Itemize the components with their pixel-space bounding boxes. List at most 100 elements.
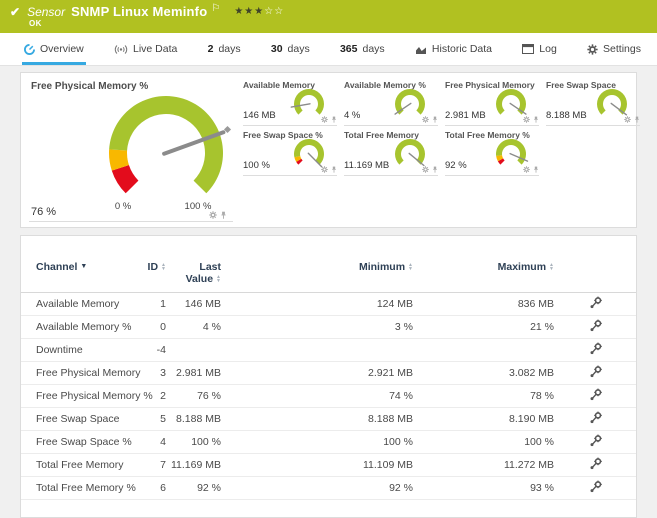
tab-settings[interactable]: Settings <box>585 33 643 65</box>
divider <box>29 221 233 222</box>
channel-settings-icon[interactable] <box>589 296 602 309</box>
gauge-value: 76 % <box>31 206 57 218</box>
tab-30-days[interactable]: 30 days <box>269 33 312 65</box>
cell-id: 3 <box>160 367 166 379</box>
cell-actions <box>554 434 636 450</box>
cell-minimum: 74 % <box>389 390 413 402</box>
cell-maximum: 3.082 MB <box>509 367 554 379</box>
tab-label: Live Data <box>133 43 178 55</box>
gauge-gear-icon[interactable] <box>523 166 530 173</box>
cell-maximum: 11.272 MB <box>503 459 554 471</box>
gauge-value: 11.169 MB <box>344 160 390 171</box>
column-header-maximum[interactable]: Maximum ▲ ▼ <box>413 261 554 273</box>
tab-range-number: 30 <box>270 43 283 55</box>
priority-flag-icon[interactable]: ⚐ <box>211 3 220 14</box>
gauge-free-physical-memory[interactable]: Free Physical Memory 2.981 MB <box>445 79 539 126</box>
cell-id: 5 <box>160 413 166 425</box>
gauge-available-memory[interactable]: Available Memory 146 MB <box>243 79 337 126</box>
priority-stars[interactable]: ★★★☆☆ <box>234 6 284 17</box>
cell-channel: Free Swap Space <box>36 413 120 425</box>
star-empty-icon[interactable]: ☆ <box>264 6 274 17</box>
tab-log[interactable]: Log <box>520 33 559 65</box>
channel-settings-icon[interactable] <box>589 365 602 378</box>
gauge-gear-icon[interactable] <box>523 116 530 123</box>
cell-last-value: 92 % <box>197 482 221 494</box>
cell-last-value: 8.188 MB <box>176 413 221 425</box>
star-empty-icon[interactable]: ☆ <box>274 6 284 17</box>
gauge-pin-icon[interactable] <box>331 116 337 123</box>
channel-settings-icon[interactable] <box>589 457 602 470</box>
gauge-value: 8.188 MB <box>546 110 587 121</box>
tab-label: Historic Data <box>431 43 493 55</box>
gauge-free-swap-space[interactable]: Free Swap Space 8.188 MB <box>546 79 640 126</box>
gauge-pin-icon[interactable] <box>634 116 640 123</box>
gauge-total-free-memory[interactable]: Total Free Memory 11.169 MB <box>344 129 438 176</box>
star-filled-icon[interactable]: ★ <box>254 6 264 17</box>
cell-id: 2 <box>160 390 166 402</box>
gauge-value: 2.981 MB <box>445 110 486 121</box>
column-header-minimum[interactable]: Minimum ▲ ▼ <box>221 261 413 273</box>
cell-last-value: 4 % <box>202 321 221 333</box>
gauge-gear-icon[interactable] <box>422 116 429 123</box>
cell-channel: Downtime <box>36 344 83 356</box>
page-title: SNMP Linux Meminfo <box>71 4 208 19</box>
channel-settings-icon[interactable] <box>589 388 602 401</box>
table-row-downtime: Downtime -4 <box>21 339 636 362</box>
cell-id: 4 <box>160 436 166 448</box>
gauge-gear-icon[interactable] <box>209 211 217 219</box>
tab-2-days[interactable]: 2 days <box>206 33 243 65</box>
gauge-available-memory-pct[interactable]: Available Memory % 4 % <box>344 79 438 126</box>
big-gauge-block[interactable]: Free Physical Memory % 0 % 100 % 76 % <box>21 73 243 229</box>
gauge-scale-min-label: 0 % <box>114 201 132 212</box>
chart-icon <box>415 44 427 55</box>
tab-live-data[interactable]: Live Data <box>112 33 179 65</box>
cell-last-value: 100 % <box>191 436 221 448</box>
tab-365-days[interactable]: 365 days <box>338 33 387 65</box>
gauge-gear-icon[interactable] <box>624 116 631 123</box>
star-filled-icon[interactable]: ★ <box>234 6 244 17</box>
table-row-free-swap-space: Free Swap Space 5 8.188 MB 8.188 MB 8.190 MB <box>21 408 636 431</box>
column-header-id[interactable]: ID ▲ ▼ <box>136 261 166 273</box>
gauge-pin-icon[interactable] <box>432 166 438 173</box>
tab-label: days <box>287 43 310 55</box>
cell-actions <box>554 319 636 335</box>
gauge-pin-icon[interactable] <box>331 166 337 173</box>
cell-actions <box>554 296 636 312</box>
cell-channel: Free Physical Memory <box>36 367 141 379</box>
gauge-gear-icon[interactable] <box>422 166 429 173</box>
column-header-last-value[interactable]: Last Value ▲ ▼ <box>166 261 221 285</box>
cell-maximum: 8.190 MB <box>509 413 554 425</box>
gauge-gear-icon[interactable] <box>321 116 328 123</box>
tab-label: Log <box>539 43 557 55</box>
table-row-total-free-memory-pct: Total Free Memory % 6 92 % 92 % 93 % <box>21 477 636 500</box>
channel-settings-icon[interactable] <box>589 319 602 332</box>
big-gauge[interactable] <box>104 91 232 216</box>
gauge-pin-icon[interactable] <box>220 211 227 219</box>
table-row-free-physical-memory-pct: Free Physical Memory % 2 76 % 74 % 78 % <box>21 385 636 408</box>
gauge-free-swap-space-pct[interactable]: Free Swap Space % 100 % <box>243 129 337 176</box>
star-filled-icon[interactable]: ★ <box>244 6 254 17</box>
cell-channel: Total Free Memory <box>36 459 124 471</box>
tab-historic-data[interactable]: Historic Data <box>413 33 494 65</box>
table-row-total-free-memory: Total Free Memory 7 11.169 MB 11.109 MB 11.2… <box>21 454 636 477</box>
gauge-pin-icon[interactable] <box>533 166 539 173</box>
tab-range-number: 365 <box>339 43 358 55</box>
gauges-panel: Free Physical Memory % 0 % 100 % 76 % Av… <box>20 72 640 229</box>
sensor-status-bar: ✔ Sensor SNMP Linux Meminfo ⚐ ★★★☆☆ OK <box>0 0 657 33</box>
channel-settings-icon[interactable] <box>589 342 602 355</box>
tab-label: days <box>218 43 241 55</box>
cell-channel: Free Swap Space % <box>36 436 132 448</box>
gauge-pin-icon[interactable] <box>533 116 539 123</box>
column-header-channel[interactable]: Channel ▼ <box>21 261 136 273</box>
gauge-pin-icon[interactable] <box>432 116 438 123</box>
channel-settings-icon[interactable] <box>589 480 602 493</box>
tab-overview[interactable]: Overview <box>22 33 86 65</box>
status-badge: OK <box>29 19 42 28</box>
gauge-total-free-memory-pct[interactable]: Total Free Memory % 92 % <box>445 129 539 176</box>
cell-minimum: 2.921 MB <box>368 367 413 379</box>
channel-settings-icon[interactable] <box>589 411 602 424</box>
cell-channel: Total Free Memory % <box>36 482 136 494</box>
cell-channel: Available Memory <box>36 298 120 310</box>
gauge-gear-icon[interactable] <box>321 166 328 173</box>
channel-settings-icon[interactable] <box>589 434 602 447</box>
